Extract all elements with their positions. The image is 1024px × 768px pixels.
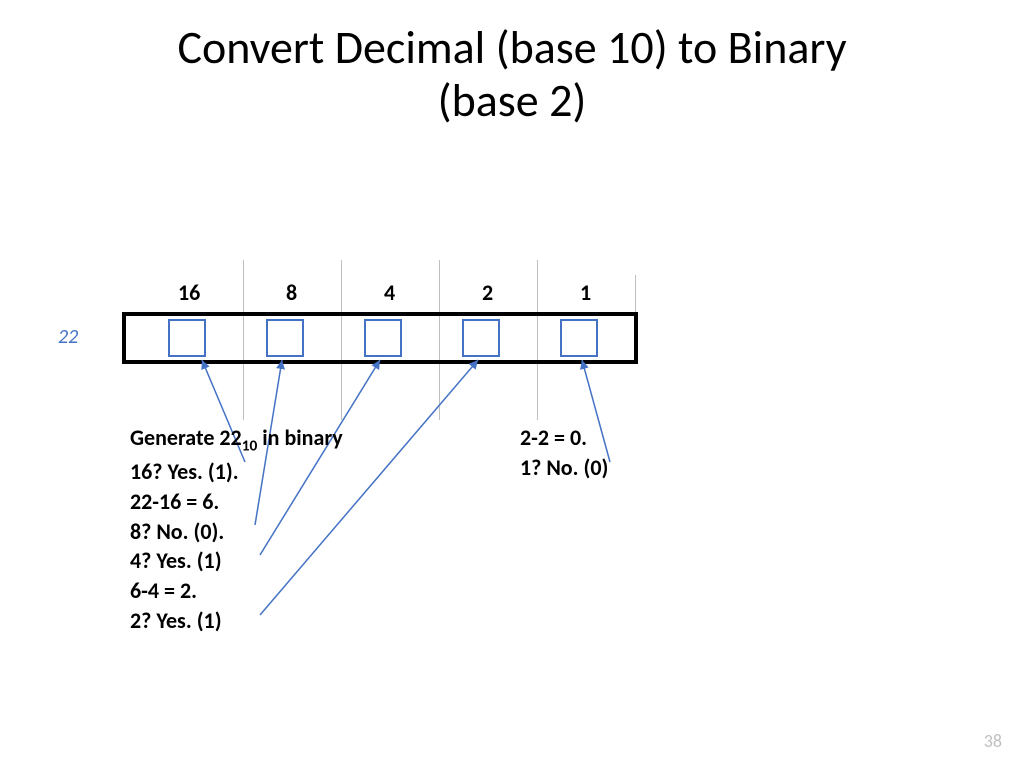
step-line: 2-2 = 0. xyxy=(520,423,608,453)
text: Generate 22 xyxy=(130,424,242,451)
col-label-8: 8 xyxy=(286,279,297,306)
decimal-value-label: 22 xyxy=(58,325,78,349)
title-line-2: (base 2) xyxy=(438,73,587,129)
slide: Convert Decimal (base 10) to Binary (bas… xyxy=(0,0,1024,768)
col-label-16: 16 xyxy=(178,279,200,306)
subscript: 10 xyxy=(242,436,258,455)
slide-title: Convert Decimal (base 10) to Binary (bas… xyxy=(0,0,1024,128)
text: in binary xyxy=(257,424,342,451)
title-line-1: Convert Decimal (base 10) to Binary xyxy=(177,20,846,76)
steps-column-right: 2-2 = 0. 1? No. (0) xyxy=(520,423,608,482)
col-label-4: 4 xyxy=(384,279,395,306)
step-line: 22-16 = 6. xyxy=(130,487,343,517)
bit-box-2 xyxy=(462,319,500,357)
bit-box-16 xyxy=(168,319,206,357)
bit-box-4 xyxy=(364,319,402,357)
step-line: 1? No. (0) xyxy=(520,453,608,483)
step-line: 2? Yes. (1) xyxy=(130,606,343,636)
step-line: 6-4 = 2. xyxy=(130,576,343,606)
gridline xyxy=(635,275,636,315)
step-line: 4? Yes. (1) xyxy=(130,546,343,576)
col-label-2: 2 xyxy=(482,279,493,306)
step-line: 16? Yes. (1). xyxy=(130,457,343,487)
col-label-1: 1 xyxy=(580,279,591,306)
steps-column-left: Generate 2210 in binary 16? Yes. (1). 22… xyxy=(130,423,343,635)
slide-number: 38 xyxy=(984,730,1002,752)
step-line: 8? No. (0). xyxy=(130,517,343,547)
bit-box-8 xyxy=(266,319,304,357)
step-line: Generate 2210 in binary xyxy=(130,423,343,457)
bit-box-1 xyxy=(560,319,598,357)
